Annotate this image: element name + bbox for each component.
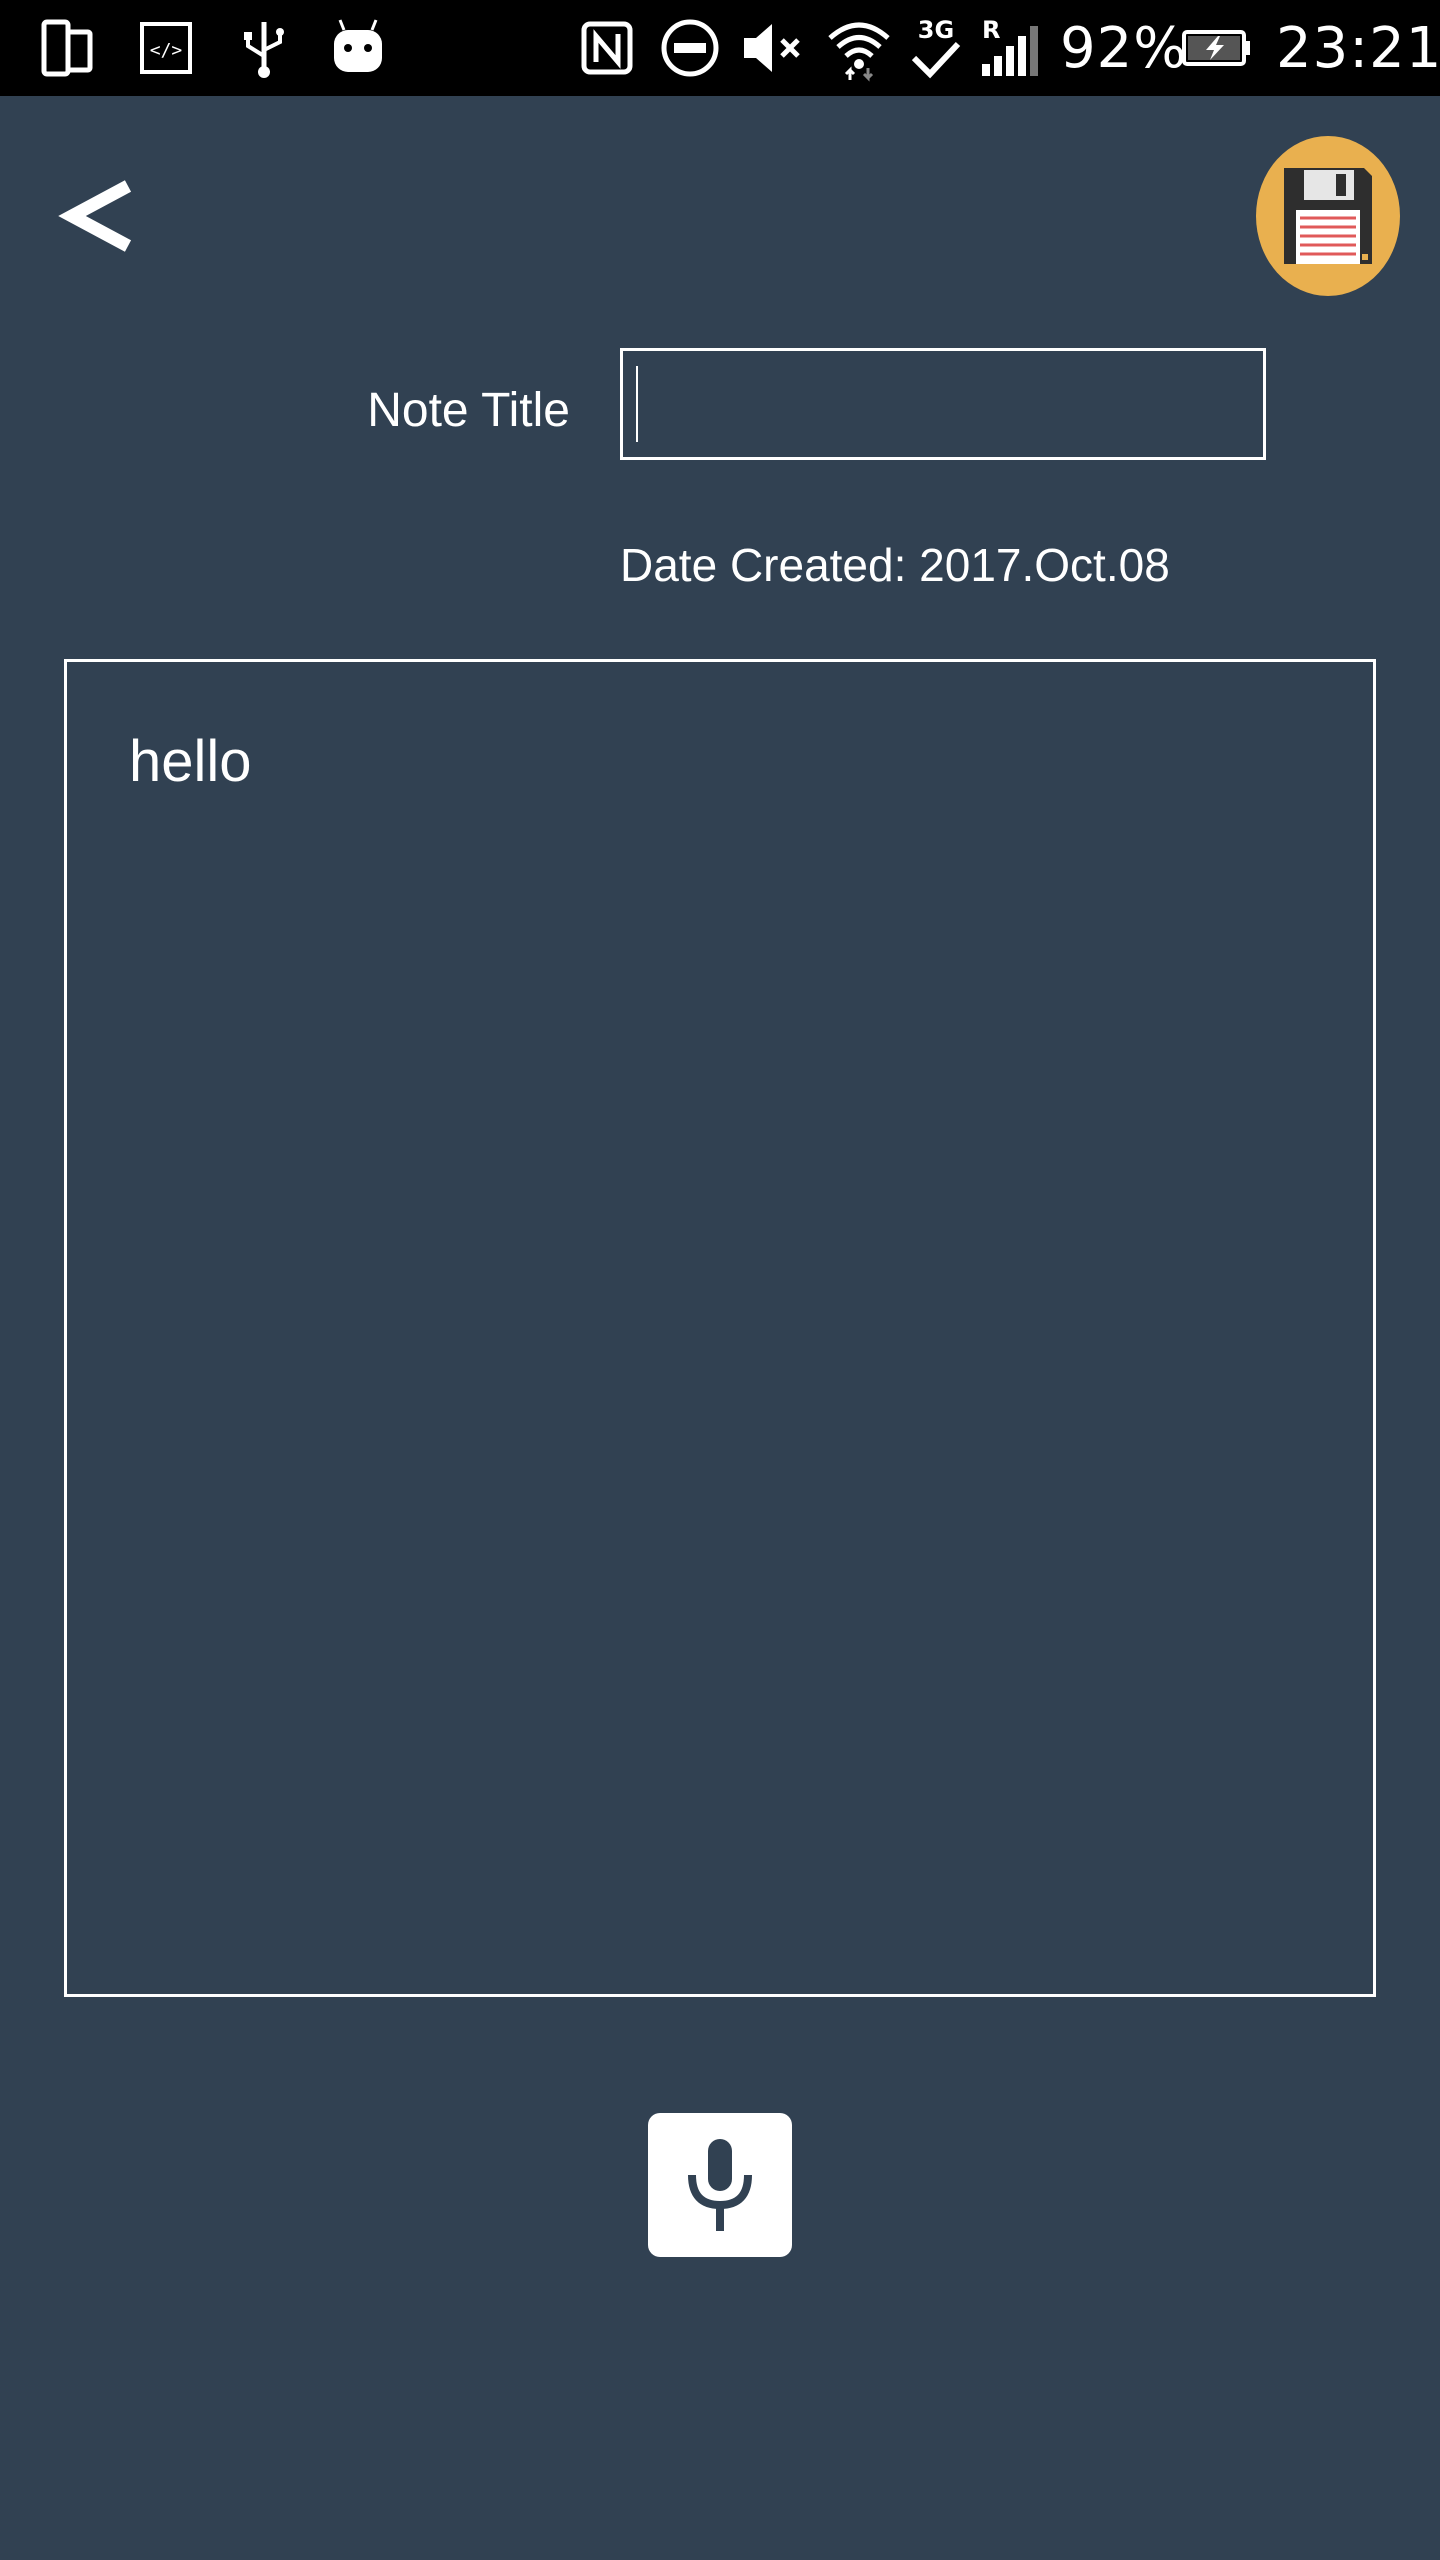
clock: 23:21 bbox=[1276, 16, 1440, 81]
save-button[interactable] bbox=[1256, 136, 1400, 296]
android-icon bbox=[330, 16, 386, 80]
nfc-icon bbox=[580, 16, 636, 80]
note-title-input[interactable] bbox=[620, 348, 1266, 460]
voice-input-button[interactable] bbox=[648, 2113, 792, 2257]
phone-tablet-icon bbox=[40, 16, 96, 80]
svg-text:</>: </> bbox=[150, 40, 183, 61]
note-title-label: Note Title bbox=[367, 384, 570, 437]
floppy-disk-icon bbox=[1284, 168, 1372, 264]
date-created-label: Date Created: 2017.Oct.08 bbox=[620, 539, 1170, 591]
usb-icon bbox=[236, 16, 292, 80]
note-body-field[interactable]: hello bbox=[64, 659, 1376, 1997]
network-3g-label: 3G bbox=[918, 16, 954, 44]
battery-percent: 92% bbox=[1060, 16, 1188, 81]
battery-charging-icon bbox=[1180, 16, 1252, 80]
do-not-disturb-icon bbox=[660, 16, 720, 80]
code-icon: </> bbox=[138, 16, 194, 80]
chevron-left-icon bbox=[58, 180, 132, 252]
network-3g-icon: 3G bbox=[908, 16, 964, 80]
status-bar: </> 3G R 92% 23:21 bbox=[0, 0, 1440, 96]
text-cursor bbox=[636, 366, 638, 442]
note-editor-screen: </> 3G R 92% 23:21 Note Title Date Creat… bbox=[0, 0, 1440, 2560]
note-body-text: hello bbox=[129, 729, 252, 794]
back-button[interactable] bbox=[52, 168, 152, 268]
wifi-icon bbox=[826, 16, 892, 82]
microphone-icon bbox=[688, 2139, 752, 2231]
roaming-label: R bbox=[982, 16, 1000, 44]
mute-icon bbox=[740, 16, 806, 80]
signal-roaming-icon: R bbox=[978, 16, 1040, 80]
